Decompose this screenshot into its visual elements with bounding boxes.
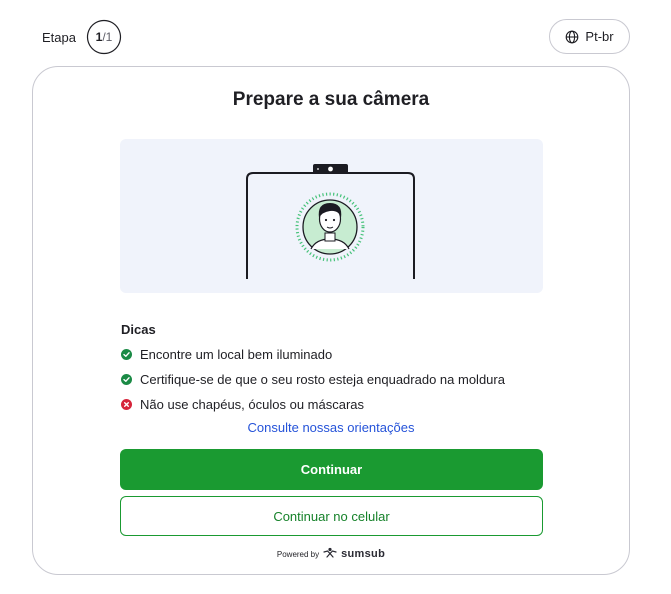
brand-name: sumsub — [341, 548, 386, 560]
continue-button[interactable]: Continuar — [120, 449, 543, 490]
x-circle-icon — [121, 399, 132, 410]
tip-text: Não use chapéus, óculos ou máscaras — [140, 397, 365, 412]
camera-illustration — [120, 139, 543, 293]
language-label: Pt-br — [585, 29, 614, 44]
language-selector-button[interactable]: Pt-br — [549, 19, 630, 54]
step-counter: 1/1 — [86, 19, 122, 55]
step-current: 1 — [95, 30, 103, 44]
tip-item: Certifique-se de que o seu rosto esteja … — [121, 372, 505, 387]
tips-heading: Dicas — [121, 322, 156, 337]
check-circle-icon — [121, 374, 132, 385]
powered-by-text: Powered by — [276, 549, 320, 559]
powered-by-footer: Powered by sumsub — [33, 545, 629, 563]
camera-prep-card: Prepare a sua câmera Dicas Encontre um l… — [32, 66, 630, 575]
step-indicator: Etapa 1/1 — [42, 19, 122, 55]
tip-text: Certifique-se de que o seu rosto esteja … — [140, 372, 505, 387]
globe-icon — [565, 30, 579, 44]
step-total: /1 — [102, 30, 113, 44]
check-circle-icon — [121, 349, 132, 360]
tip-item: Não use chapéus, óculos ou máscaras — [121, 397, 364, 412]
step-progress-ring: 1/1 — [86, 19, 122, 55]
tip-text: Encontre um local bem iluminado — [140, 347, 333, 362]
step-label: Etapa — [42, 29, 76, 45]
page-title: Prepare a sua câmera — [232, 89, 430, 110]
continue-on-mobile-button[interactable]: Continuar no celular — [120, 496, 543, 536]
sumsub-logo-icon — [323, 545, 337, 563]
tip-item: Encontre um local bem iluminado — [121, 347, 332, 362]
guidelines-link[interactable]: Consulte nossas orientações — [33, 420, 629, 435]
